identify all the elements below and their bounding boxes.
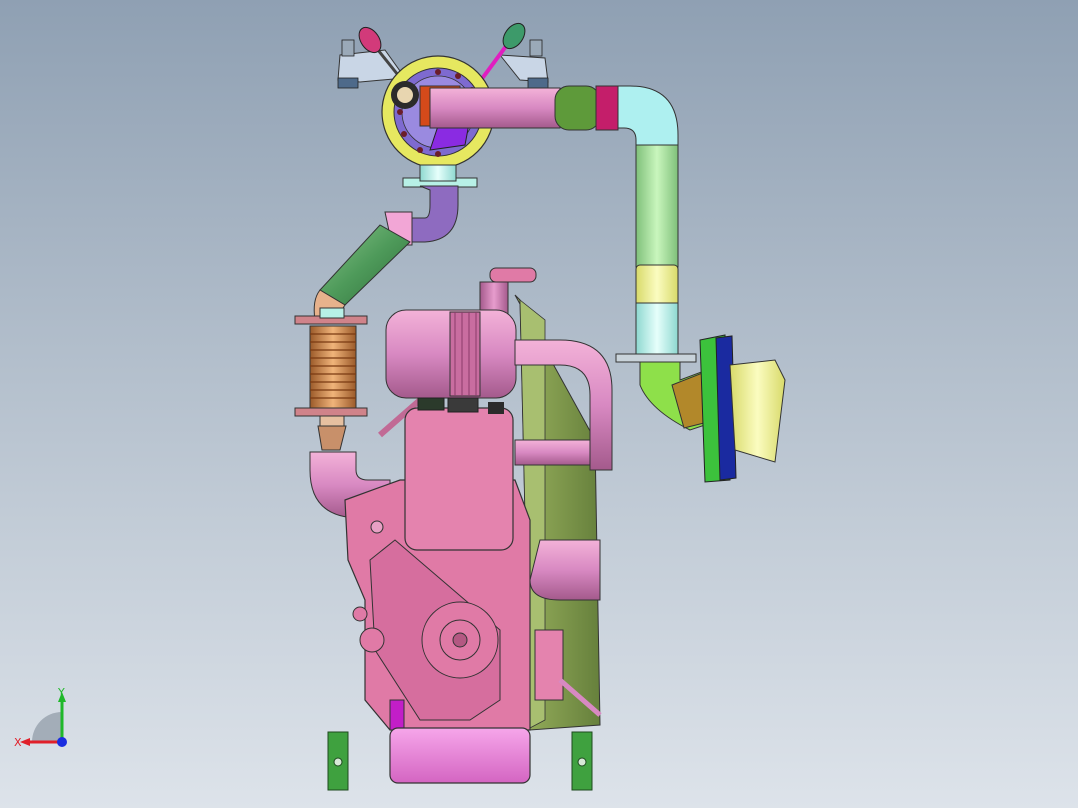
coordinate-triad: Y X	[12, 684, 82, 754]
engine-block[interactable]	[344, 397, 602, 731]
y-axis-label: Y	[57, 686, 65, 699]
muffler[interactable]	[699, 334, 786, 483]
oil-pan[interactable]	[389, 727, 531, 784]
engine-3d-model[interactable]	[0, 0, 1078, 808]
graphics-viewport[interactable]: Y X	[0, 0, 1078, 808]
x-axis-label: X	[14, 736, 22, 749]
